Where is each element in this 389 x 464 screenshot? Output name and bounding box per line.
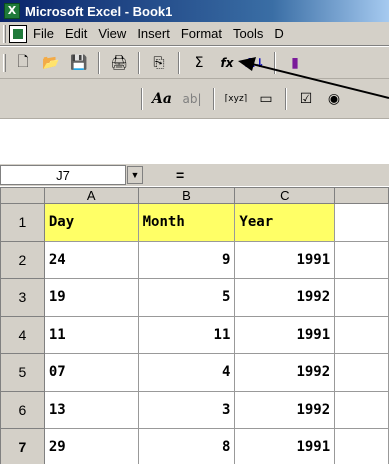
cell-d5[interactable] (334, 353, 389, 392)
standard-toolbar: 🗋 📂 💾 🖨 ⎘ Σ fx A↓ ▮ (0, 47, 389, 79)
cell-c7[interactable]: 1991 (234, 428, 336, 464)
cell-d3[interactable] (334, 278, 389, 317)
cell-a3[interactable]: 19 (43, 278, 139, 317)
name-box[interactable]: J7 ▼ (0, 165, 143, 185)
cell-b4[interactable]: 11 (137, 315, 236, 354)
cell-c2[interactable]: 1991 (234, 240, 336, 279)
column-header-row: A B C (0, 187, 389, 204)
cell-a4[interactable]: 11 (43, 315, 139, 354)
cell-d2[interactable] (334, 240, 389, 279)
edit-box-icon[interactable]: ab| (179, 88, 205, 110)
group-box-icon[interactable]: ⌈xyz⌉ (223, 88, 249, 110)
toolbar-separator (285, 87, 287, 110)
menu-item-data[interactable]: D (274, 26, 283, 41)
chevron-down-icon[interactable]: ▼ (127, 166, 143, 184)
excel-icon: X (4, 3, 20, 19)
cell-d4[interactable] (334, 315, 389, 354)
menu-item-view[interactable]: View (98, 26, 126, 41)
label-icon[interactable]: Aa (151, 88, 173, 110)
window-title: Microsoft Excel - Book1 (25, 3, 173, 19)
workbook-icon[interactable] (9, 24, 27, 43)
column-header-a[interactable]: A (43, 187, 139, 204)
formula-equals-button[interactable]: = (176, 167, 184, 183)
cell-d6[interactable] (334, 390, 389, 429)
toolbar-separator (213, 87, 215, 110)
column-header-d[interactable] (334, 187, 389, 204)
open-icon[interactable]: 📂 (40, 52, 62, 74)
name-box-value: J7 (56, 167, 70, 183)
cell-b6[interactable]: 3 (137, 390, 236, 429)
cell-b5[interactable]: 4 (137, 353, 236, 392)
menu-item-format[interactable]: Format (181, 26, 222, 41)
cell-d1[interactable] (334, 203, 389, 242)
autosum-icon[interactable]: Σ (188, 52, 210, 74)
menu-item-insert[interactable]: Insert (137, 26, 170, 41)
cell-c1[interactable]: Year (234, 203, 336, 242)
row-header[interactable]: 3 (0, 278, 45, 317)
toolbar-separator (178, 51, 180, 74)
cell-b1[interactable]: Month (137, 203, 236, 242)
copy-icon[interactable]: ⎘ (148, 52, 170, 74)
cell-c6[interactable]: 1992 (234, 390, 336, 429)
cell-c4[interactable]: 1991 (234, 315, 336, 354)
row-header[interactable]: 4 (0, 315, 45, 354)
cell-c5[interactable]: 1992 (234, 353, 336, 392)
row-header[interactable]: 5 (0, 353, 45, 392)
table-row: 7 29 8 1991 (0, 428, 389, 464)
row-header[interactable]: 6 (0, 390, 45, 429)
table-row: 5 07 4 1992 (0, 353, 389, 392)
checkbox-icon[interactable]: ☑ (295, 88, 317, 110)
formula-bar: J7 ▼ = (0, 164, 389, 186)
cell-c3[interactable]: 1992 (234, 278, 336, 317)
cell-b3[interactable]: 5 (137, 278, 236, 317)
button-icon[interactable]: ▭ (255, 88, 277, 110)
menu-bar: File Edit View Insert Format Tools D (0, 22, 389, 46)
table-row: 2 24 9 1991 (0, 240, 389, 279)
save-icon[interactable]: 💾 (68, 52, 90, 74)
cell-a2[interactable]: 24 (43, 240, 139, 279)
menu-item-tools[interactable]: Tools (233, 26, 263, 41)
print-icon[interactable]: 🖨 (108, 52, 130, 74)
table-row: 3 19 5 1992 (0, 278, 389, 317)
sort-ascending-icon[interactable]: A↓ (244, 52, 266, 74)
cell-b2[interactable]: 9 (137, 240, 236, 279)
cell-a5[interactable]: 07 (43, 353, 139, 392)
cell-a7[interactable]: 29 (43, 428, 139, 464)
function-icon[interactable]: fx (216, 52, 238, 74)
cell-b7[interactable]: 8 (137, 428, 236, 464)
toolbar-separator (141, 87, 143, 110)
worksheet-grid: A B C 1 Day Month Year 2 24 9 1991 3 19 … (0, 187, 389, 464)
forms-toolbar: Aa ab| ⌈xyz⌉ ▭ ☑ ◉ (0, 79, 389, 119)
toolbar-separator (98, 51, 100, 74)
toolbar-separator (138, 51, 140, 74)
toolbar-grip[interactable] (3, 53, 6, 72)
cell-a6[interactable]: 13 (43, 390, 139, 429)
menu-item-file[interactable]: File (33, 26, 54, 41)
menu-item-edit[interactable]: Edit (65, 26, 87, 41)
row-header[interactable]: 2 (0, 240, 45, 279)
table-row: 6 13 3 1992 (0, 390, 389, 429)
column-header-b[interactable]: B (137, 187, 236, 204)
option-button-icon[interactable]: ◉ (323, 88, 345, 110)
column-header-c[interactable]: C (234, 187, 336, 204)
table-row: 1 Day Month Year (0, 203, 389, 242)
cell-d7[interactable] (334, 428, 389, 464)
chart-icon[interactable]: ▮ (284, 52, 306, 74)
title-bar: X Microsoft Excel - Book1 (0, 0, 389, 22)
table-row: 4 11 11 1991 (0, 315, 389, 354)
row-header[interactable]: 7 (0, 428, 45, 464)
row-header[interactable]: 1 (0, 203, 45, 242)
cell-a1[interactable]: Day (43, 203, 139, 242)
toolbar-separator (274, 51, 276, 74)
select-all-corner[interactable] (0, 187, 45, 204)
new-icon[interactable]: 🗋 (12, 52, 34, 74)
menu-grip[interactable] (3, 24, 6, 43)
